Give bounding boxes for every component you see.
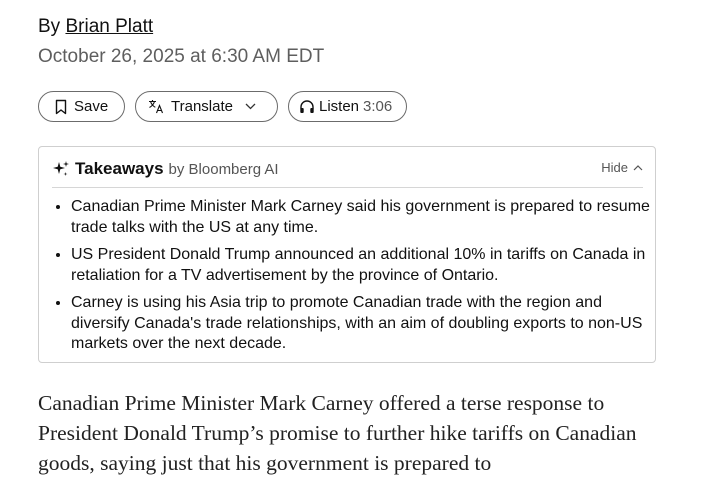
- translate-button[interactable]: Translate: [135, 91, 278, 122]
- author-link[interactable]: Brian Platt: [65, 16, 153, 37]
- translate-icon: [148, 99, 164, 114]
- chevron-up-icon: [633, 164, 643, 171]
- save-button[interactable]: Save: [38, 91, 125, 122]
- takeaway-item: Canadian Prime Minister Mark Carney said…: [71, 197, 661, 238]
- takeaways-header: Takeaways by Bloomberg AI: [52, 158, 279, 180]
- listen-button[interactable]: Listen 3:06: [288, 91, 407, 122]
- takeaways-box: Takeaways by Bloomberg AI Hide Canadian …: [38, 146, 656, 363]
- bookmark-icon: [55, 99, 67, 115]
- byline-prefix: By: [38, 16, 61, 37]
- takeaways-divider: [52, 187, 643, 188]
- takeaway-item: US President Donald Trump announced an a…: [71, 245, 661, 286]
- byline: By Brian Platt: [38, 16, 153, 38]
- article-actions: Save Translate Listen 3:06: [38, 91, 407, 122]
- takeaways-source: by Bloomberg AI: [168, 160, 279, 178]
- chevron-down-icon: [245, 103, 256, 110]
- publish-date: October 26, 2025 at 6:30 AM EDT: [38, 46, 325, 67]
- headphones-icon: [299, 99, 315, 114]
- hide-label: Hide: [601, 160, 628, 175]
- listen-label: Listen: [319, 98, 360, 115]
- takeaway-item: Carney is using his Asia trip to promote…: [71, 293, 661, 355]
- translate-label: Translate: [171, 98, 233, 115]
- article-paragraph: Canadian Prime Minister Mark Carney offe…: [38, 391, 637, 475]
- hide-takeaways-button[interactable]: Hide: [601, 160, 643, 175]
- takeaways-list: Canadian Prime Minister Mark Carney said…: [52, 197, 661, 362]
- takeaways-title: Takeaways: [75, 159, 164, 178]
- listen-duration: 3:06: [363, 98, 393, 115]
- sparkle-icon: [52, 160, 70, 178]
- save-label: Save: [74, 98, 109, 115]
